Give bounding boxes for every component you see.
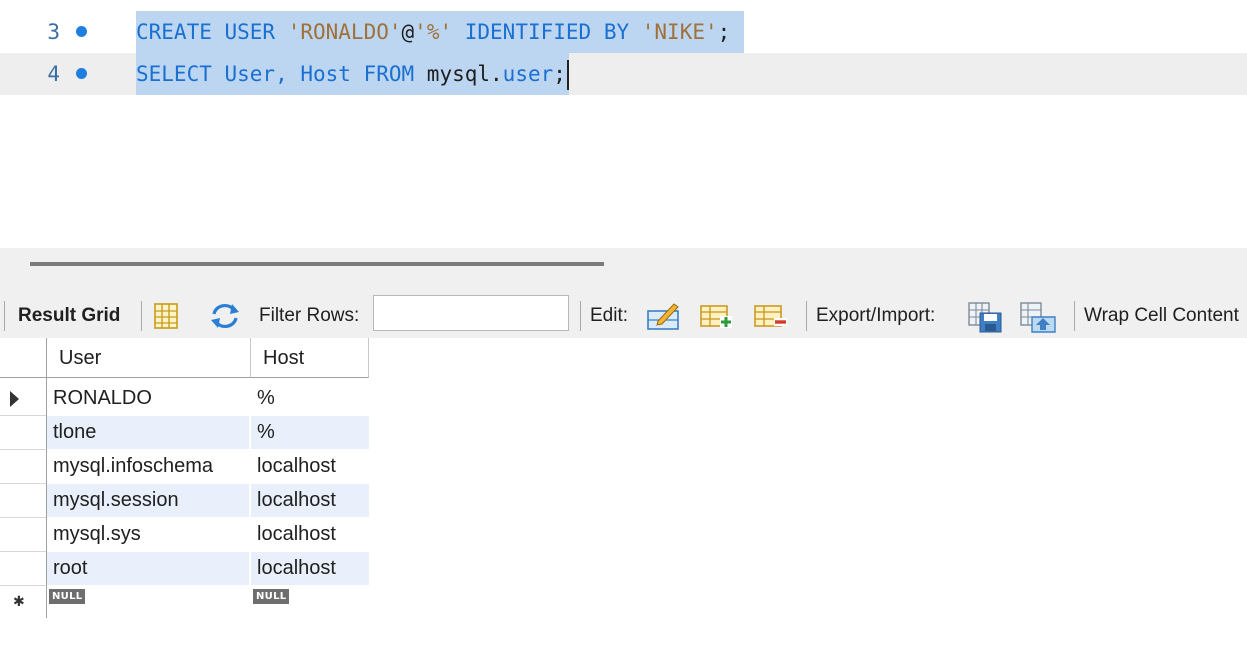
table-row[interactable]: RONALDO %: [0, 382, 370, 416]
sql-keyword: CREATE USER: [136, 20, 288, 44]
sql-string: '%': [414, 20, 453, 44]
edit-label: Edit:: [590, 305, 629, 326]
line-number: 4: [47, 62, 60, 86]
null-badge[interactable]: NULL: [49, 589, 86, 604]
sql-statement-create-user[interactable]: CREATE USER 'RONALDO'@'%' IDENTIFIED BY …: [136, 11, 745, 53]
toolbar-separator: [1074, 301, 1075, 331]
sql-operator: @: [401, 20, 415, 44]
result-grid-tab[interactable]: Result Grid: [18, 294, 120, 338]
edit-cell-icon[interactable]: [646, 301, 680, 331]
row-selector[interactable]: [0, 484, 46, 518]
editor-line-3[interactable]: 3 CREATE USER 'RONALDO'@'%' IDENTIFIED B…: [0, 11, 1247, 53]
sql-string: 'RONALDO': [287, 20, 402, 44]
insert-row-icon[interactable]: [699, 301, 733, 331]
table-row[interactable]: root localhost: [0, 552, 370, 586]
table-row[interactable]: mysql.sys localhost: [0, 518, 370, 552]
export-import-label: Export/Import:: [816, 305, 936, 326]
cell-user[interactable]: mysql.infoschema: [47, 450, 249, 483]
cell-user[interactable]: mysql.session: [47, 484, 249, 517]
cell-user[interactable]: mysql.sys: [47, 518, 249, 551]
filter-rows-input[interactable]: [373, 295, 569, 331]
toolbar-separator: [141, 301, 142, 331]
cell-user[interactable]: tlone: [47, 416, 249, 449]
result-grid[interactable]: User Host RONALDO % tlone % mysql.infosc…: [0, 338, 370, 628]
line-number: 3: [47, 20, 60, 44]
cell-user[interactable]: RONALDO: [47, 382, 249, 415]
import-icon[interactable]: [1020, 301, 1056, 333]
text-caret: [566, 60, 569, 90]
sql-keyword: IDENTIFIED BY: [452, 20, 642, 44]
sql-semicolon: ;: [717, 20, 731, 44]
editor-line-4[interactable]: 4 SELECT User, Host FROM mysql.user;: [0, 53, 1247, 95]
panel-splitter[interactable]: [0, 248, 1247, 294]
row-selector[interactable]: ✱: [0, 586, 46, 619]
toolbar-separator: [580, 301, 581, 331]
column-header-host[interactable]: Host: [251, 338, 369, 378]
cell-host[interactable]: localhost: [251, 552, 369, 585]
table-row[interactable]: mysql.session localhost: [0, 484, 370, 518]
new-row-star-icon: ✱: [13, 593, 25, 609]
sql-editor[interactable]: 3 CREATE USER 'RONALDO'@'%' IDENTIFIED B…: [0, 0, 1247, 248]
row-selector[interactable]: [0, 382, 46, 416]
row-selector[interactable]: [0, 450, 46, 484]
wrap-cell-content-label[interactable]: Wrap Cell Content: [1084, 294, 1239, 338]
cell-host[interactable]: localhost: [251, 518, 369, 551]
sql-string: 'NIKE': [641, 20, 718, 44]
cell-host[interactable]: localhost: [251, 450, 369, 483]
sql-identifier: mysql: [426, 62, 491, 86]
breakpoint-dot-icon: [76, 26, 87, 37]
cell-host[interactable]: %: [251, 382, 369, 415]
refresh-icon[interactable]: [208, 301, 242, 331]
result-toolbar: Result Grid Filter Rows: Edit: Export/Im…: [0, 294, 1247, 338]
sql-keyword: SELECT User, Host FROM: [136, 62, 427, 86]
export-icon[interactable]: [968, 301, 1002, 333]
toolbar-separator: [4, 301, 5, 331]
cell-host[interactable]: %: [251, 416, 369, 449]
current-row-arrow-icon: [10, 391, 19, 407]
sql-identifier: user: [502, 62, 554, 86]
column-header-user[interactable]: User: [47, 338, 251, 378]
cell-user[interactable]: root: [47, 552, 249, 585]
filter-rows-label: Filter Rows:: [259, 305, 360, 326]
row-header-corner: [0, 338, 47, 378]
new-row[interactable]: ✱ NULL NULL: [0, 586, 370, 620]
horizontal-scrollbar[interactable]: [30, 262, 604, 266]
sql-semicolon: ;: [553, 62, 566, 86]
row-selector[interactable]: [0, 518, 46, 552]
form-editor-icon[interactable]: [152, 301, 186, 331]
breakpoint-dot-icon: [76, 68, 87, 79]
row-selector[interactable]: [0, 416, 46, 450]
sql-dot: .: [490, 62, 503, 86]
row-selector[interactable]: [0, 552, 46, 586]
table-row[interactable]: tlone %: [0, 416, 370, 450]
delete-row-icon[interactable]: [753, 301, 787, 331]
null-badge[interactable]: NULL: [253, 589, 290, 604]
table-row[interactable]: mysql.infoschema localhost: [0, 450, 370, 484]
sql-statement-select[interactable]: SELECT User, Host FROM mysql.user;: [136, 53, 569, 95]
toolbar-separator: [806, 301, 807, 331]
cell-host[interactable]: localhost: [251, 484, 369, 517]
